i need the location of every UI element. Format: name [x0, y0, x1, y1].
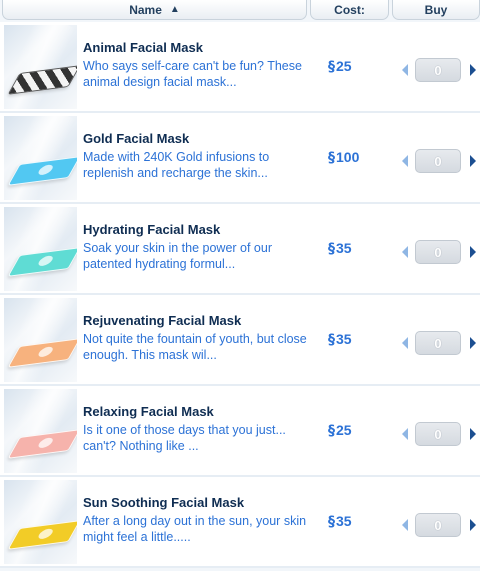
item-thumbnail [4, 389, 77, 473]
simoleon-icon: § [328, 150, 335, 166]
item-description: Who says self-care can't be fun? These a… [83, 59, 302, 89]
increase-quantity-arrow-icon[interactable] [470, 337, 476, 349]
item-thumbnail [4, 116, 77, 200]
item-price: §25 [328, 58, 388, 75]
item-title: Hydrating Facial Mask [83, 222, 221, 237]
item-thumbnail [4, 298, 77, 382]
list-item-5[interactable]: Relaxing Facial Mask Is it one of those … [0, 386, 480, 477]
price-value: 35 [336, 513, 352, 529]
price-value: 35 [336, 331, 352, 347]
facial-mask-icon [7, 156, 77, 186]
price-value: 25 [336, 58, 352, 74]
facial-mask-icon [7, 247, 77, 277]
decrease-quantity-arrow-icon[interactable] [402, 64, 408, 76]
price-value: 100 [336, 149, 360, 165]
list-item-4[interactable]: Rejuvenating Facial Mask Not quite the f… [0, 295, 480, 386]
decrease-quantity-arrow-icon[interactable] [402, 246, 408, 258]
item-thumbnail [4, 480, 77, 564]
increase-quantity-arrow-icon[interactable] [470, 155, 476, 167]
quantity-field[interactable]: 0 [415, 240, 461, 264]
quantity-field[interactable]: 0 [415, 58, 461, 82]
item-title: Animal Facial Mask [83, 40, 203, 55]
quantity-field[interactable]: 0 [415, 513, 461, 537]
item-description: Is it one of those days that you just...… [83, 423, 286, 453]
price-value: 25 [336, 422, 352, 438]
increase-quantity-arrow-icon[interactable] [470, 246, 476, 258]
cost-column-header[interactable]: Cost: [310, 0, 389, 20]
facial-mask-icon [7, 520, 77, 550]
simoleon-icon: § [328, 332, 335, 348]
facial-mask-icon [7, 429, 77, 459]
decrease-quantity-arrow-icon[interactable] [402, 519, 408, 531]
sort-ascending-icon[interactable]: ▲ [170, 4, 180, 15]
item-list: Animal Facial Mask Who says self-care ca… [0, 22, 480, 568]
buy-header-label: Buy [424, 2, 448, 17]
decrease-quantity-arrow-icon[interactable] [402, 428, 408, 440]
list-item-2[interactable]: Gold Facial Mask Made with 240K Gold inf… [0, 113, 480, 204]
simoleon-icon: § [328, 514, 335, 530]
item-price: §35 [328, 331, 388, 348]
name-column-header[interactable]: Name ▲ [2, 0, 307, 20]
list-item-3[interactable]: Hydrating Facial Mask Soak your skin in … [0, 204, 480, 295]
item-thumbnail [4, 207, 77, 291]
facial-mask-icon [7, 65, 77, 95]
item-description: Made with 240K Gold infusions to repleni… [83, 150, 270, 180]
item-title: Relaxing Facial Mask [83, 404, 214, 419]
simoleon-icon: § [328, 241, 335, 257]
item-thumbnail [4, 25, 77, 109]
quantity-field[interactable]: 0 [415, 422, 461, 446]
item-description: Not quite the fountain of youth, but clo… [83, 332, 307, 362]
facial-mask-icon [7, 338, 77, 368]
price-value: 35 [336, 240, 352, 256]
item-price: §100 [328, 149, 388, 166]
increase-quantity-arrow-icon[interactable] [470, 519, 476, 531]
simoleon-icon: § [328, 423, 335, 439]
decrease-quantity-arrow-icon[interactable] [402, 337, 408, 349]
item-description: After a long day out in the sun, your sk… [83, 514, 307, 544]
item-title: Sun Soothing Facial Mask [83, 495, 245, 510]
item-price: §35 [328, 513, 388, 530]
list-item-1[interactable]: Animal Facial Mask Who says self-care ca… [0, 22, 480, 113]
list-item-6[interactable]: Sun Soothing Facial Mask After a long da… [0, 477, 480, 568]
item-price: §35 [328, 240, 388, 257]
decrease-quantity-arrow-icon[interactable] [402, 155, 408, 167]
name-header-label: Name [129, 2, 162, 17]
cost-header-label: Cost: [334, 2, 365, 17]
item-title: Gold Facial Mask [83, 131, 190, 146]
column-header-bar: Name ▲ Cost: Buy [0, 0, 480, 20]
buy-column-header: Buy [392, 0, 480, 20]
increase-quantity-arrow-icon[interactable] [470, 428, 476, 440]
item-description: Soak your skin in the power of our paten… [83, 241, 272, 271]
quantity-field[interactable]: 0 [415, 149, 461, 173]
item-price: §25 [328, 422, 388, 439]
item-title: Rejuvenating Facial Mask [83, 313, 242, 328]
increase-quantity-arrow-icon[interactable] [470, 64, 476, 76]
quantity-field[interactable]: 0 [415, 331, 461, 355]
simoleon-icon: § [328, 59, 335, 75]
